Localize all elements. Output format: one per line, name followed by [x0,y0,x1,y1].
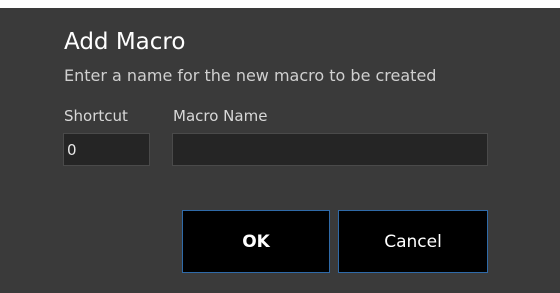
ok-button[interactable]: OK [182,210,330,273]
dialog-title: Add Macro [64,29,186,55]
add-macro-dialog: Add Macro Enter a name for the new macro… [0,8,560,293]
dialog-subtitle: Enter a name for the new macro to be cre… [64,66,437,85]
macro-name-label: Macro Name [173,107,268,125]
cancel-button[interactable]: Cancel [338,210,488,273]
window-top-strip [0,0,560,8]
shortcut-input[interactable] [63,133,150,166]
shortcut-label: Shortcut [64,107,128,125]
macro-name-input[interactable] [172,133,488,166]
